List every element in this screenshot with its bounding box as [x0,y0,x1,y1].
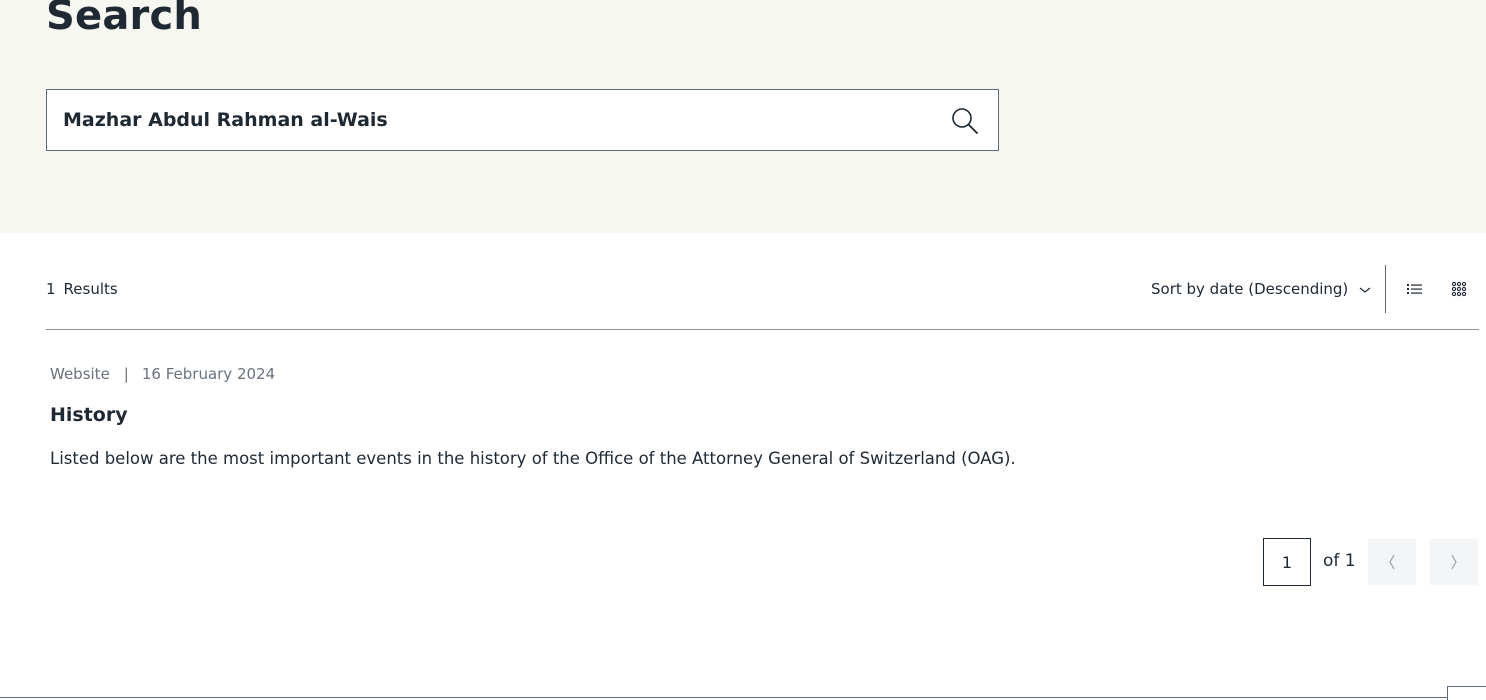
search-box [46,89,999,151]
search-input[interactable] [63,90,943,150]
page-number-input[interactable] [1263,538,1311,586]
grid-view-button[interactable] [1451,281,1467,297]
toolbar-divider [1385,265,1386,313]
result-date: 16 February 2024 [141,365,276,383]
results-count-label: Results [63,280,118,298]
meta-separator: | [123,365,129,383]
sort-label: Sort by date (Descending) [1151,280,1349,298]
page-total-label: of 1 [1323,551,1356,571]
previous-page-button[interactable] [1368,539,1416,585]
result-description: Listed below are the most important even… [50,449,1016,468]
chevron-left-icon [1389,554,1395,570]
next-page-button[interactable] [1430,539,1478,585]
results-divider [46,329,1479,330]
result-type: Website [50,365,110,383]
back-to-top-tab[interactable] [1447,686,1486,700]
results-count: 1 Results [46,280,118,298]
list-view-button[interactable] [1406,281,1423,297]
sort-dropdown[interactable]: Sort by date (Descending) [1151,280,1371,298]
page-title: Search [46,0,203,39]
search-hero: Search [0,0,1486,233]
search-button[interactable] [950,106,980,136]
list-view-icon [1407,284,1422,294]
footer-border [0,697,1486,698]
results-count-number: 1 [46,280,56,298]
chevron-down-icon [1359,287,1371,293]
result-meta: Website | 16 February 2024 [50,365,275,383]
grid-view-icon [1451,281,1467,297]
chevron-right-icon [1451,554,1457,570]
result-title-link[interactable]: History [50,404,128,426]
search-icon [952,108,978,134]
